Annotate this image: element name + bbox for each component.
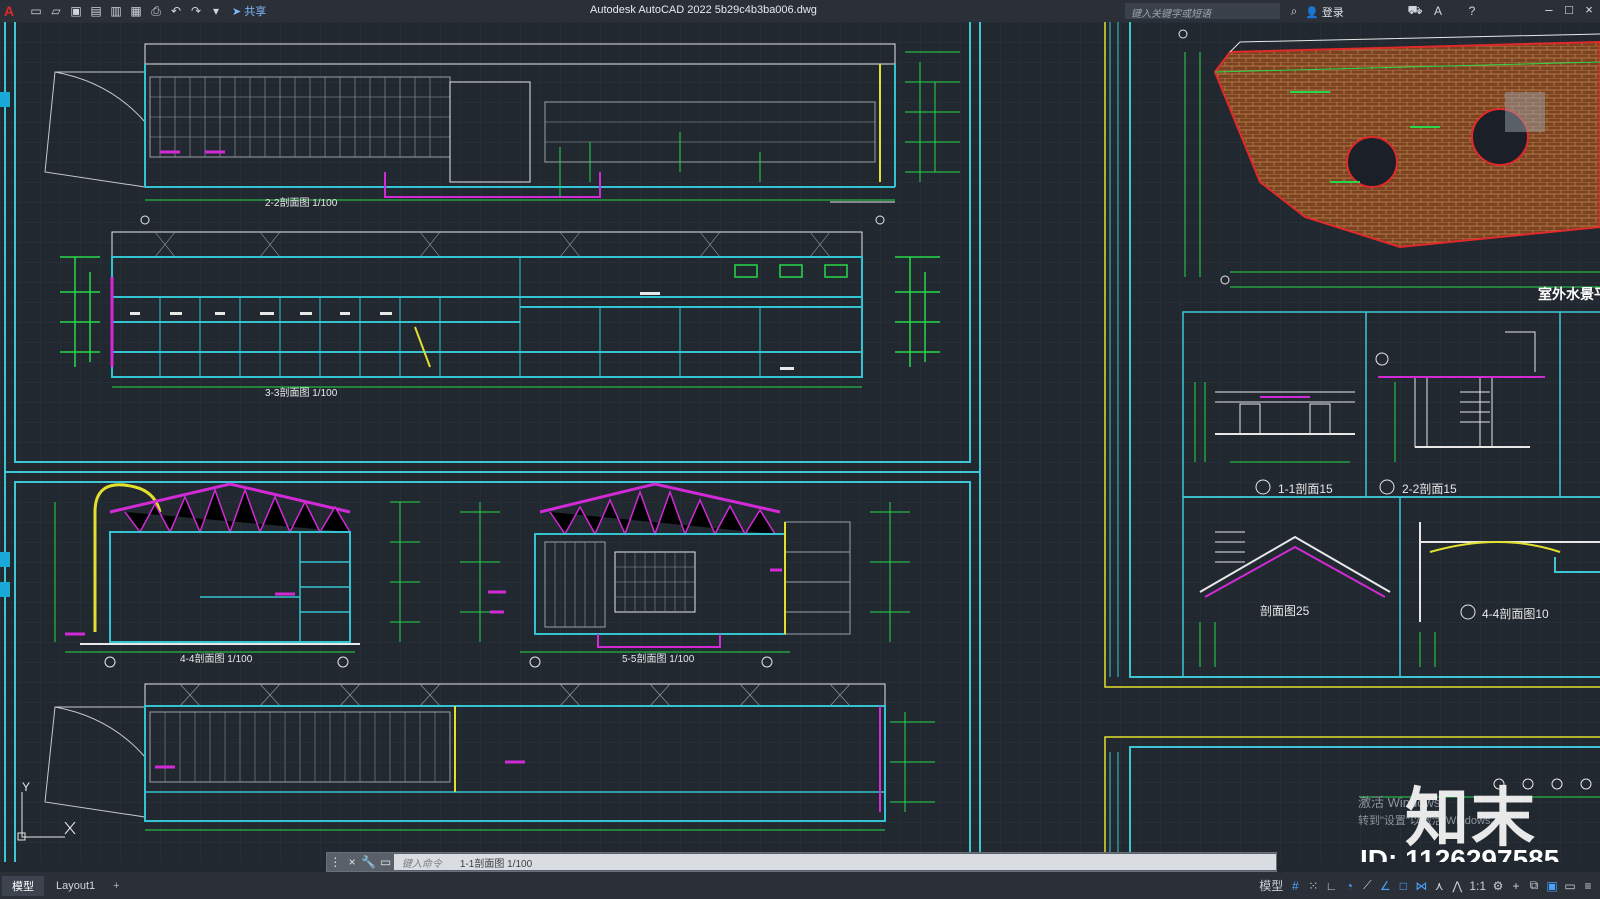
auto-scale-icon[interactable]: ⋏ <box>1433 879 1445 893</box>
annotation-visibility-icon[interactable]: ⋈ <box>1415 879 1427 893</box>
label-detail-4-4: 4-4剖面图10 <box>1482 607 1549 621</box>
share-label: 共享 <box>244 6 267 18</box>
command-history-text: 1-1剖面图 1/100 <box>459 858 533 870</box>
grid-icon[interactable]: # <box>1289 879 1301 893</box>
save-as-icon[interactable]: ▤ <box>88 3 104 19</box>
drawing-canvas[interactable]: 2-2剖面图 1/100 3-3剖面图 1/100 4-4剖面图 1/100 5… <box>0 22 1600 862</box>
customization-menu-icon[interactable]: ≡ <box>1582 879 1594 893</box>
redo-icon[interactable]: ↷ <box>188 3 204 19</box>
isolate-objects-icon[interactable]: ⧉ <box>1528 878 1540 893</box>
model-space-button[interactable]: 模型 <box>1259 877 1283 894</box>
autocad-logo-icon[interactable]: A <box>4 3 26 19</box>
hardware-acceleration-icon[interactable]: ▣ <box>1546 879 1558 893</box>
gear-icon[interactable]: ⚙ <box>1492 879 1504 893</box>
search-input[interactable]: 键入关键字或短语 <box>1125 3 1280 20</box>
label-section-3-3: 3-3剖面图 1/100 <box>265 388 338 399</box>
help-icon[interactable]: ? <box>1464 3 1480 19</box>
new-file-icon[interactable]: ▭ <box>28 3 44 19</box>
close-icon[interactable]: × <box>1580 2 1598 17</box>
scale-value[interactable]: 1:1 <box>1469 879 1486 893</box>
tab-model[interactable]: 模型 <box>2 875 44 896</box>
watermark-id: ID: 1126297585 <box>1360 844 1560 862</box>
clean-screen-icon[interactable]: ▭ <box>1564 879 1576 893</box>
customize-command-icon[interactable]: 🔧 <box>360 855 377 869</box>
polar-icon[interactable]: ◔ <box>1343 879 1355 893</box>
ucs-y-label: Y <box>22 780 31 794</box>
command-placeholder: 键入命令 <box>401 858 442 870</box>
plus-icon[interactable]: + <box>1510 879 1522 893</box>
cart-icon[interactable]: ⛟ <box>1407 3 1423 19</box>
object-snap-icon[interactable]: □ <box>1397 879 1409 893</box>
open-web-icon[interactable]: ▥ <box>108 3 124 19</box>
login-button[interactable]: 👤 登录 <box>1305 4 1344 20</box>
grip-icon[interactable]: ⋮ <box>327 855 344 869</box>
command-line: ⋮ × 🔧 ▭ 键入命令 1-1剖面图 1/100 <box>326 852 1277 872</box>
share-button[interactable]: ➤ 共享 <box>232 3 266 19</box>
minimize-icon[interactable]: – <box>1540 2 1558 17</box>
autocad-window: A ▭ ▱ ▣ ▤ ▥ ▦ ⎙ ↶ ↷ ▾ ➤ 共享 Autodesk Auto… <box>0 0 1600 899</box>
add-layout-icon[interactable]: + <box>113 880 119 892</box>
login-label: 登录 <box>1321 7 1344 19</box>
plot-icon[interactable]: ⎙ <box>148 3 164 19</box>
search-icon[interactable]: ⌕ <box>1286 3 1302 19</box>
status-bar: 模型 Layout1 + 模型 # ⁙ ∟ ◔ ⟋ ∠ □ ⋈ ⋏ ⋀ 1:1 … <box>0 872 1600 899</box>
autodesk-a-icon[interactable]: A <box>1430 3 1446 19</box>
label-section-5-5: 5-5剖面图 1/100 <box>622 654 695 665</box>
annotation-scale-icon[interactable]: ⋀ <box>1451 879 1463 893</box>
customize-icon[interactable]: ▾ <box>208 3 224 19</box>
object-snap-tracking-icon[interactable]: ∠ <box>1379 879 1391 893</box>
window-title: Autodesk AutoCAD 2022 5b29c4b3ba006.dwg <box>590 4 817 16</box>
drawing-svg <box>0 22 1600 862</box>
open-file-icon[interactable]: ▱ <box>48 3 64 19</box>
command-input[interactable]: 键入命令 1-1剖面图 1/100 <box>393 854 1276 870</box>
undo-icon[interactable]: ↶ <box>168 3 184 19</box>
ortho-icon[interactable]: ∟ <box>1325 879 1337 893</box>
label-water-feature: 室外水景平 <box>1538 286 1600 302</box>
recent-commands-icon[interactable]: ▭ <box>377 855 394 869</box>
title-bar: A ▭ ▱ ▣ ▤ ▥ ▦ ⎙ ↶ ↷ ▾ ➤ 共享 Autodesk Auto… <box>0 0 1600 22</box>
close-command-icon[interactable]: × <box>344 855 361 869</box>
label-detail-roof: 剖面图25 <box>1260 604 1310 618</box>
snap-icon[interactable]: ⁙ <box>1307 879 1319 893</box>
maximize-icon[interactable]: □ <box>1560 2 1578 17</box>
tab-layout1[interactable]: Layout1 <box>46 878 105 894</box>
label-section-2-2: 2-2剖面图 1/100 <box>265 198 338 209</box>
isodraft-icon[interactable]: ⟋ <box>1361 878 1373 893</box>
save-icon[interactable]: ▣ <box>68 3 84 19</box>
label-detail-2-2: 2-2剖面15 <box>1402 482 1457 496</box>
save-web-icon[interactable]: ▦ <box>128 3 144 19</box>
status-toggles: 模型 # ⁙ ∟ ◔ ⟋ ∠ □ ⋈ ⋏ ⋀ 1:1 ⚙ + ⧉ ▣ ▭ ≡ <box>1259 877 1594 894</box>
label-section-4-4: 4-4剖面图 1/100 <box>180 654 253 665</box>
label-detail-1-1: 1-1剖面15 <box>1278 482 1333 496</box>
